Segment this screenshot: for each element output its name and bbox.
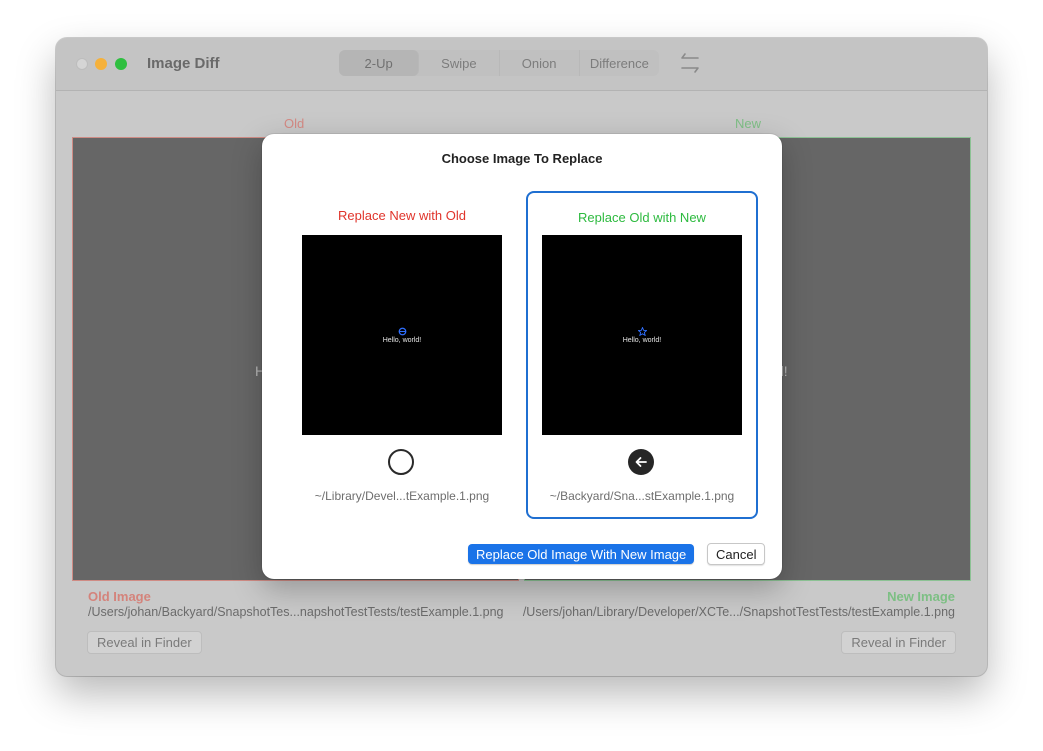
zoom-window-button[interactable] bbox=[115, 58, 127, 70]
option-label: Replace Old with New bbox=[578, 210, 706, 225]
old-image-preview: Hello, world! bbox=[302, 235, 502, 435]
mode-difference-tab[interactable]: Difference bbox=[580, 50, 659, 76]
app-glyph-icon bbox=[398, 327, 407, 336]
new-image-preview: Hello, world! bbox=[542, 235, 742, 435]
replace-new-with-old-option[interactable]: Replace New with Old Hello, world! ~/Lib… bbox=[286, 191, 518, 519]
cancel-button[interactable]: Cancel bbox=[707, 543, 766, 565]
old-pane-label: Old bbox=[284, 116, 305, 131]
window-title: Image Diff bbox=[147, 55, 220, 72]
replace-old-with-new-option[interactable]: Replace Old with New Hello, world! ~/Bac… bbox=[526, 191, 758, 519]
mode-segmented-control: 2-Up Swipe Onion Difference bbox=[339, 50, 659, 76]
new-image-path: /Users/johan/Library/Developer/XCTe.../S… bbox=[522, 605, 955, 619]
reveal-old-in-finder-button[interactable]: Reveal in Finder bbox=[87, 631, 202, 654]
option-path: ~/Library/Devel...tExample.1.png bbox=[314, 489, 490, 503]
arrow-left-selected-icon[interactable] bbox=[628, 449, 654, 475]
replace-old-with-new-button[interactable]: Replace Old Image With New Image bbox=[468, 544, 695, 564]
dialog-title: Choose Image To Replace bbox=[441, 151, 603, 166]
minimize-window-button[interactable] bbox=[95, 58, 107, 70]
mode-2up-tab[interactable]: 2-Up bbox=[339, 50, 420, 76]
new-image-title: New Image bbox=[887, 589, 955, 604]
swap-arrows-icon[interactable] bbox=[680, 52, 700, 74]
mode-swipe-tab[interactable]: Swipe bbox=[419, 50, 500, 76]
reveal-new-in-finder-button[interactable]: Reveal in Finder bbox=[841, 631, 956, 654]
star-icon bbox=[638, 327, 647, 336]
preview-text: Hello, world! bbox=[382, 337, 422, 344]
arrow-left-icon bbox=[635, 457, 647, 467]
old-image-path: /Users/johan/Backyard/SnapshotTes...naps… bbox=[88, 605, 504, 619]
mode-onion-tab[interactable]: Onion bbox=[500, 50, 580, 76]
option-path: ~/Backyard/Sna...stExample.1.png bbox=[549, 489, 735, 503]
old-image-title: Old Image bbox=[88, 589, 151, 604]
close-window-button[interactable] bbox=[76, 58, 88, 70]
replace-image-dialog: Choose Image To Replace Replace New with… bbox=[262, 134, 782, 579]
new-pane-label: New bbox=[735, 116, 762, 131]
title-bar: Image Diff 2-Up Swipe Onion Difference bbox=[56, 38, 987, 91]
preview-text: Hello, world! bbox=[622, 337, 662, 344]
radio-unselected-icon[interactable] bbox=[388, 449, 414, 475]
option-label: Replace New with Old bbox=[338, 208, 466, 223]
